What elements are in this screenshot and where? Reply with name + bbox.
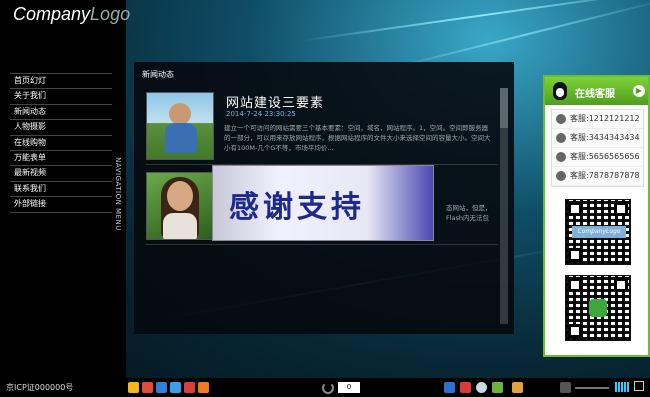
navigation-menu-label: NAVIGATION MENU: [112, 150, 124, 240]
music-icon[interactable]: [460, 382, 471, 393]
sidebar: CompanyLogo 首页幻灯 关于我们 新闻动态 人物摄影 在线购物 万能表…: [0, 0, 130, 397]
service-contact-label: 客服:1212121212: [570, 114, 640, 123]
nav-item-online-shopping[interactable]: 在线购物: [10, 136, 112, 151]
website-qr-code: CompanyLogo: [565, 199, 631, 265]
navigation-menu-text: NAVIGATION MENU: [114, 157, 122, 231]
service-contact-label: 客服:7878787878: [570, 171, 640, 180]
bottom-toolbar: 0: [126, 378, 650, 397]
qzone-icon[interactable]: [170, 382, 181, 393]
fullscreen-icon[interactable]: [634, 381, 644, 391]
share-plus-icon[interactable]: [198, 382, 209, 393]
service-contact[interactable]: 客服:3434343434: [552, 129, 643, 148]
thumbnail-person: [169, 103, 191, 125]
equalizer-icon: [615, 382, 629, 392]
service-title: 在线客服: [575, 89, 615, 100]
thumbnail-body: [165, 123, 197, 153]
nav-item-portrait-photography[interactable]: 人物摄影: [10, 120, 112, 136]
service-contact[interactable]: 客服:5656565656: [552, 148, 643, 167]
nav-item-external-links[interactable]: 外部链接: [10, 197, 112, 213]
thumbnail-person: [167, 181, 193, 211]
ticket-icon[interactable]: [492, 382, 503, 393]
service-contact-label: 客服:3434343434: [570, 133, 640, 142]
star-icon[interactable]: [128, 382, 139, 393]
article-title[interactable]: 网站建设三要素: [226, 92, 324, 111]
qq-user-icon: [556, 133, 566, 143]
nav-item-universal-form[interactable]: 万能表单: [10, 151, 112, 167]
panel-title: 新闻动态: [142, 70, 174, 79]
qq-user-icon: [556, 171, 566, 181]
article-date: 2014-7-24 23:30:25: [226, 110, 296, 118]
qq-user-icon: [556, 114, 566, 124]
news-article[interactable]: 网站建设三要素 2014-7-24 23:30:25 建立一个可访问的网站需要三…: [146, 92, 498, 165]
chat-icon[interactable]: [444, 382, 455, 393]
nav-item-contact-us[interactable]: 联系我们: [10, 182, 112, 198]
tencent-weibo-icon[interactable]: [184, 382, 195, 393]
service-header[interactable]: 在线客服 ▶: [545, 77, 648, 105]
collapse-arrow-icon[interactable]: ▶: [633, 85, 645, 97]
background-light-streak: [299, 0, 650, 42]
playlist-icon[interactable]: [560, 382, 571, 393]
thank-you-banner[interactable]: 感谢支持: [212, 165, 434, 241]
thank-you-text: 感谢支持: [229, 190, 365, 225]
article-thumbnail[interactable]: [146, 172, 214, 240]
qr-logo-label: CompanyLogo: [572, 226, 626, 238]
news-scrollbar-thumb[interactable]: [500, 88, 508, 128]
wechat-qr-code: [565, 275, 631, 341]
user-icon[interactable]: [512, 382, 523, 393]
nav-item-latest-videos[interactable]: 最新视频: [10, 166, 112, 182]
renren-icon[interactable]: [156, 382, 167, 393]
company-logo[interactable]: CompanyLogo: [13, 4, 130, 25]
service-contact[interactable]: 客服:7878787878: [552, 167, 643, 186]
volume-slider[interactable]: [575, 387, 609, 389]
service-contact[interactable]: 客服:1212121212: [552, 110, 643, 129]
main-navigation: 首页幻灯 关于我们 新闻动态 人物摄影 在线购物 万能表单 最新视频 联系我们 …: [10, 73, 112, 213]
logo-text-logo: Logo: [90, 4, 131, 24]
online-service-widget: 在线客服 ▶ 客服:1212121212 客服:3434343434 客服:56…: [543, 75, 650, 357]
thumbnail-body: [163, 213, 197, 239]
nav-item-about-us[interactable]: 关于我们: [10, 89, 112, 105]
loading-spinner-icon: [322, 382, 334, 394]
logo-text-company: Company: [13, 4, 91, 24]
qq-user-icon: [556, 152, 566, 162]
article-thumbnail[interactable]: [146, 92, 214, 160]
nav-item-news[interactable]: 新闻动态: [10, 105, 112, 121]
article-summary: 建立一个可访问的网站需要三个基本要素：空间，域名，网站程序。1，空间。空间即服务…: [224, 124, 491, 152]
icp-license: 京ICP证000000号: [6, 383, 74, 392]
service-contact-list: 客服:1212121212 客服:3434343434 客服:565656565…: [551, 109, 644, 187]
article-summary: 态网站，但是，Flash内无法包: [446, 204, 492, 222]
qq-penguin-icon: [553, 82, 567, 100]
search-icon[interactable]: [476, 382, 487, 393]
weibo-icon[interactable]: [142, 382, 153, 393]
wechat-icon: [589, 299, 607, 317]
service-contact-label: 客服:5656565656: [570, 152, 640, 161]
nav-item-home-slides[interactable]: 首页幻灯: [10, 74, 112, 90]
share-counter: 0: [338, 382, 360, 393]
